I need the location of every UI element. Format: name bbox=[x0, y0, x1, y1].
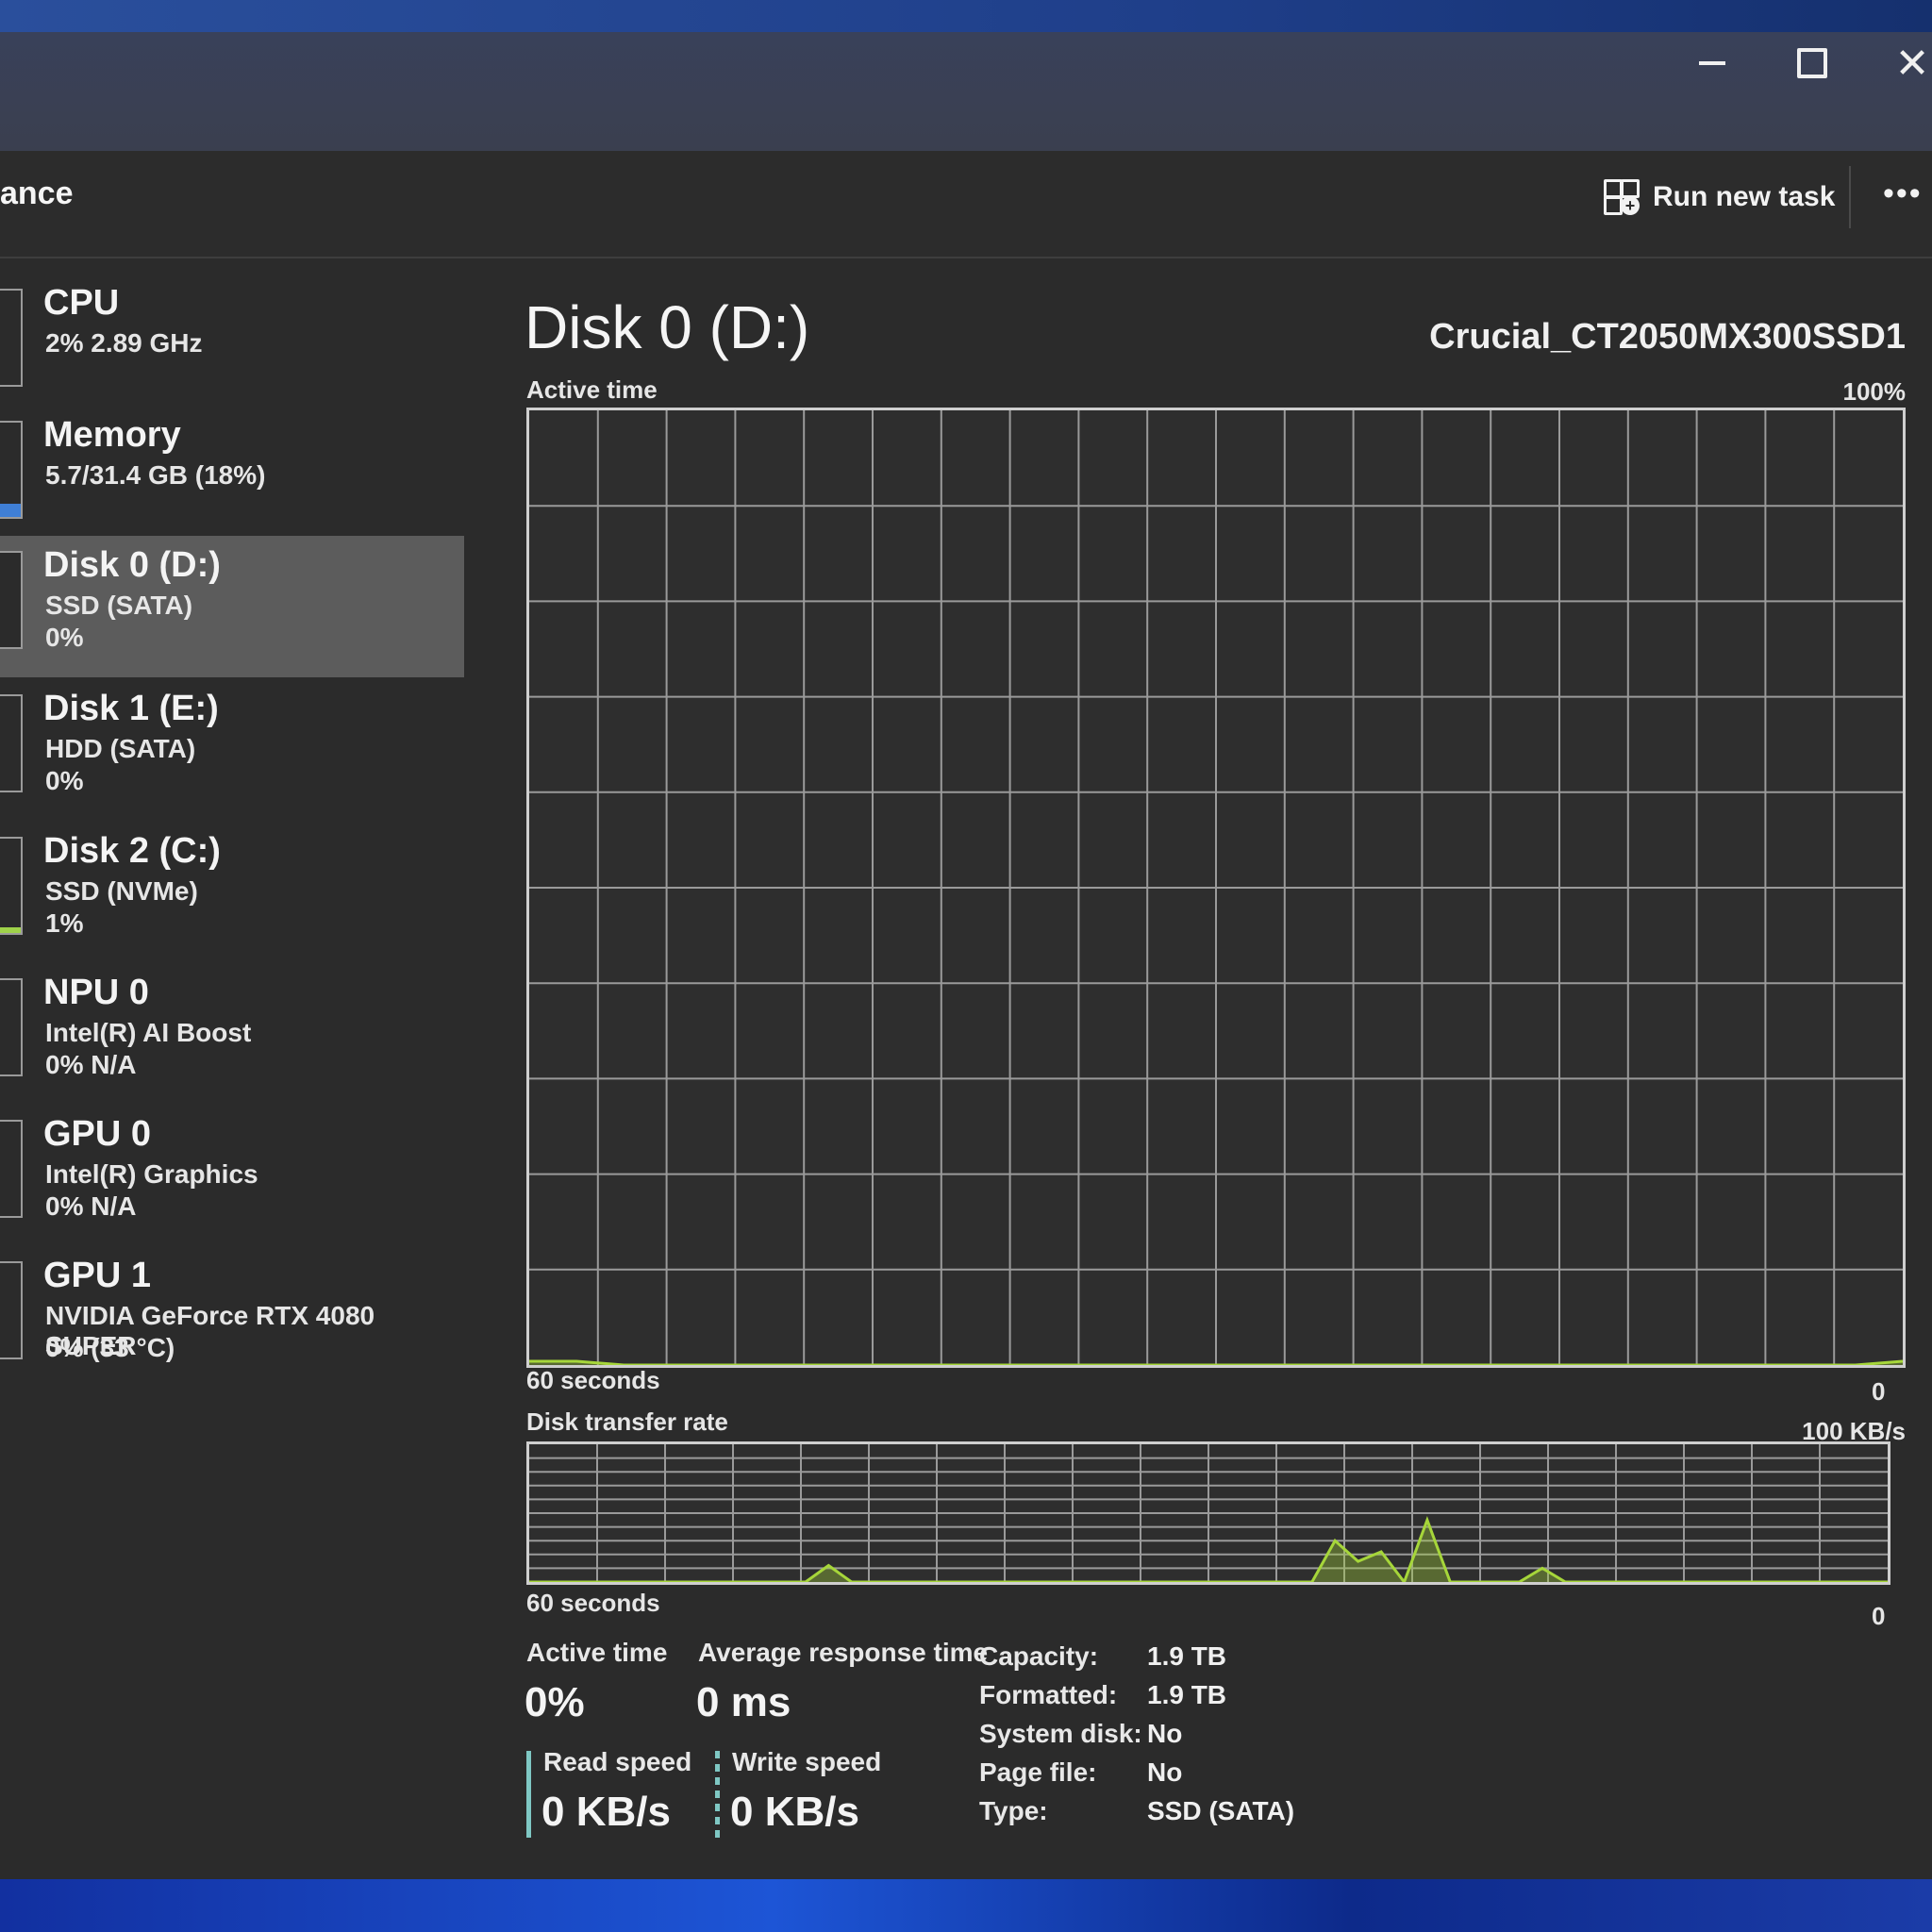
page-file-value: No bbox=[1147, 1757, 1183, 1787]
transfer-rate-min-label: 0 bbox=[1872, 1602, 1886, 1630]
avg-response-value: 0 ms bbox=[696, 1679, 791, 1725]
sidebar-item-detail: 2% 2.89 GHz bbox=[45, 328, 203, 358]
title-bar bbox=[0, 32, 1932, 151]
gpu-0-thumbnail bbox=[0, 1120, 23, 1218]
sidebar-item-name: Memory bbox=[43, 415, 181, 455]
transfer-rate-span-label: 60 seconds bbox=[526, 1589, 660, 1617]
read-speed-label: Read speed bbox=[543, 1747, 692, 1776]
sidebar-item-cpu[interactable]: CPU 2% 2.89 GHz bbox=[0, 274, 464, 415]
disk-0-thumbnail bbox=[0, 551, 23, 649]
sidebar-item-usage: 0% (33 °C) bbox=[45, 1333, 175, 1362]
disk-2-thumbnail bbox=[0, 837, 23, 935]
page-title: ance bbox=[0, 175, 74, 211]
disk-title: Disk 0 (D:) bbox=[525, 293, 810, 361]
sidebar-item-detail: SSD (SATA) bbox=[45, 591, 193, 620]
active-time-max-label: 100% bbox=[1842, 377, 1907, 406]
sidebar-item-name: Disk 2 (C:) bbox=[43, 831, 221, 871]
run-new-task-button[interactable]: + Run new task bbox=[1604, 179, 1835, 215]
sidebar-item-detail: Intel(R) Graphics bbox=[45, 1159, 258, 1189]
transfer-rate-chart bbox=[526, 1441, 1890, 1585]
formatted-label: Formatted: bbox=[979, 1680, 1118, 1709]
sidebar-item-name: CPU bbox=[43, 283, 120, 323]
sidebar-item-name: Disk 0 (D:) bbox=[43, 545, 221, 585]
run-new-task-label: Run new task bbox=[1653, 181, 1836, 212]
sidebar-item-name: Disk 1 (E:) bbox=[43, 689, 219, 728]
sidebar-item-disk-2[interactable]: Disk 2 (C:) SSD (NVMe) 1% bbox=[0, 822, 464, 963]
active-time-span-label: 60 seconds bbox=[526, 1366, 660, 1394]
active-time-chart-label: Active time bbox=[526, 375, 658, 404]
page-file-label: Page file: bbox=[979, 1757, 1097, 1787]
sidebar-item-name: GPU 1 bbox=[43, 1256, 152, 1295]
sidebar-item-gpu-1[interactable]: GPU 1 NVIDIA GeForce RTX 4080 SUPER 0% (… bbox=[0, 1246, 464, 1388]
avg-response-label: Average response time bbox=[698, 1638, 989, 1667]
sidebar-item-usage: 0% N/A bbox=[45, 1191, 137, 1221]
read-speed-indicator bbox=[526, 1751, 531, 1838]
type-label: Type: bbox=[979, 1796, 1048, 1825]
sidebar-item-usage: 0% bbox=[45, 623, 84, 652]
sidebar-item-usage: 0% N/A bbox=[45, 1050, 137, 1079]
sidebar-item-detail: SSD (NVMe) bbox=[45, 876, 198, 906]
more-options-icon[interactable]: ••• bbox=[1883, 175, 1923, 212]
maximize-icon bbox=[1797, 48, 1827, 78]
active-time-stat-value: 0% bbox=[525, 1679, 585, 1725]
write-speed-indicator bbox=[715, 1751, 720, 1838]
gpu-1-thumbnail bbox=[0, 1261, 23, 1359]
capacity-label: Capacity: bbox=[979, 1641, 1099, 1671]
sidebar-item-memory[interactable]: Memory 5.7/31.4 GB (18%) bbox=[0, 406, 464, 547]
sidebar-item-disk-0[interactable]: Disk 0 (D:) SSD (SATA) 0% bbox=[0, 536, 464, 677]
sidebar-item-name: NPU 0 bbox=[43, 973, 149, 1012]
formatted-value: 1.9 TB bbox=[1147, 1680, 1227, 1709]
npu-0-thumbnail bbox=[0, 978, 23, 1076]
desktop-background-bottom bbox=[0, 1879, 1932, 1932]
minimize-button[interactable] bbox=[1679, 32, 1745, 94]
sidebar-item-name: GPU 0 bbox=[43, 1114, 152, 1154]
type-value: SSD (SATA) bbox=[1147, 1796, 1295, 1825]
active-time-stat-label: Active time bbox=[526, 1638, 668, 1667]
run-task-icon: + bbox=[1604, 179, 1640, 215]
active-time-chart bbox=[526, 408, 1906, 1368]
minimize-icon bbox=[1699, 61, 1725, 65]
desktop-background-top bbox=[0, 0, 1932, 32]
active-time-chart-svg bbox=[529, 410, 1903, 1365]
read-speed-value: 0 KB/s bbox=[541, 1789, 671, 1835]
write-speed-label: Write speed bbox=[732, 1747, 882, 1776]
disk-1-thumbnail bbox=[0, 694, 23, 792]
active-time-min-label: 0 bbox=[1872, 1377, 1886, 1406]
transfer-rate-chart-svg bbox=[529, 1444, 1888, 1582]
disk-model: Crucial_CT2050MX300SSD1 bbox=[1429, 317, 1906, 357]
close-icon: ✕ bbox=[1894, 39, 1930, 88]
memory-thumbnail bbox=[0, 421, 23, 519]
cpu-thumbnail bbox=[0, 289, 23, 387]
sidebar-item-npu-0[interactable]: NPU 0 Intel(R) AI Boost 0% N/A bbox=[0, 963, 464, 1105]
sidebar-item-usage: 0% bbox=[45, 766, 84, 795]
sidebar-item-detail: Intel(R) AI Boost bbox=[45, 1018, 252, 1047]
write-speed-value: 0 KB/s bbox=[730, 1789, 859, 1835]
sidebar-item-detail: HDD (SATA) bbox=[45, 734, 196, 763]
sidebar-item-gpu-0[interactable]: GPU 0 Intel(R) Graphics 0% N/A bbox=[0, 1105, 464, 1246]
system-disk-value: No bbox=[1147, 1719, 1183, 1748]
transfer-rate-chart-label: Disk transfer rate bbox=[526, 1407, 728, 1436]
maximize-button[interactable] bbox=[1779, 32, 1845, 94]
capacity-value: 1.9 TB bbox=[1147, 1641, 1227, 1671]
sidebar-item-disk-1[interactable]: Disk 1 (E:) HDD (SATA) 0% bbox=[0, 679, 464, 821]
sidebar-item-detail: 5.7/31.4 GB (18%) bbox=[45, 460, 266, 490]
sidebar-item-usage: 1% bbox=[45, 908, 84, 938]
close-button[interactable]: ✕ bbox=[1879, 32, 1932, 94]
system-disk-label: System disk: bbox=[979, 1719, 1142, 1748]
header-divider bbox=[1849, 166, 1851, 228]
